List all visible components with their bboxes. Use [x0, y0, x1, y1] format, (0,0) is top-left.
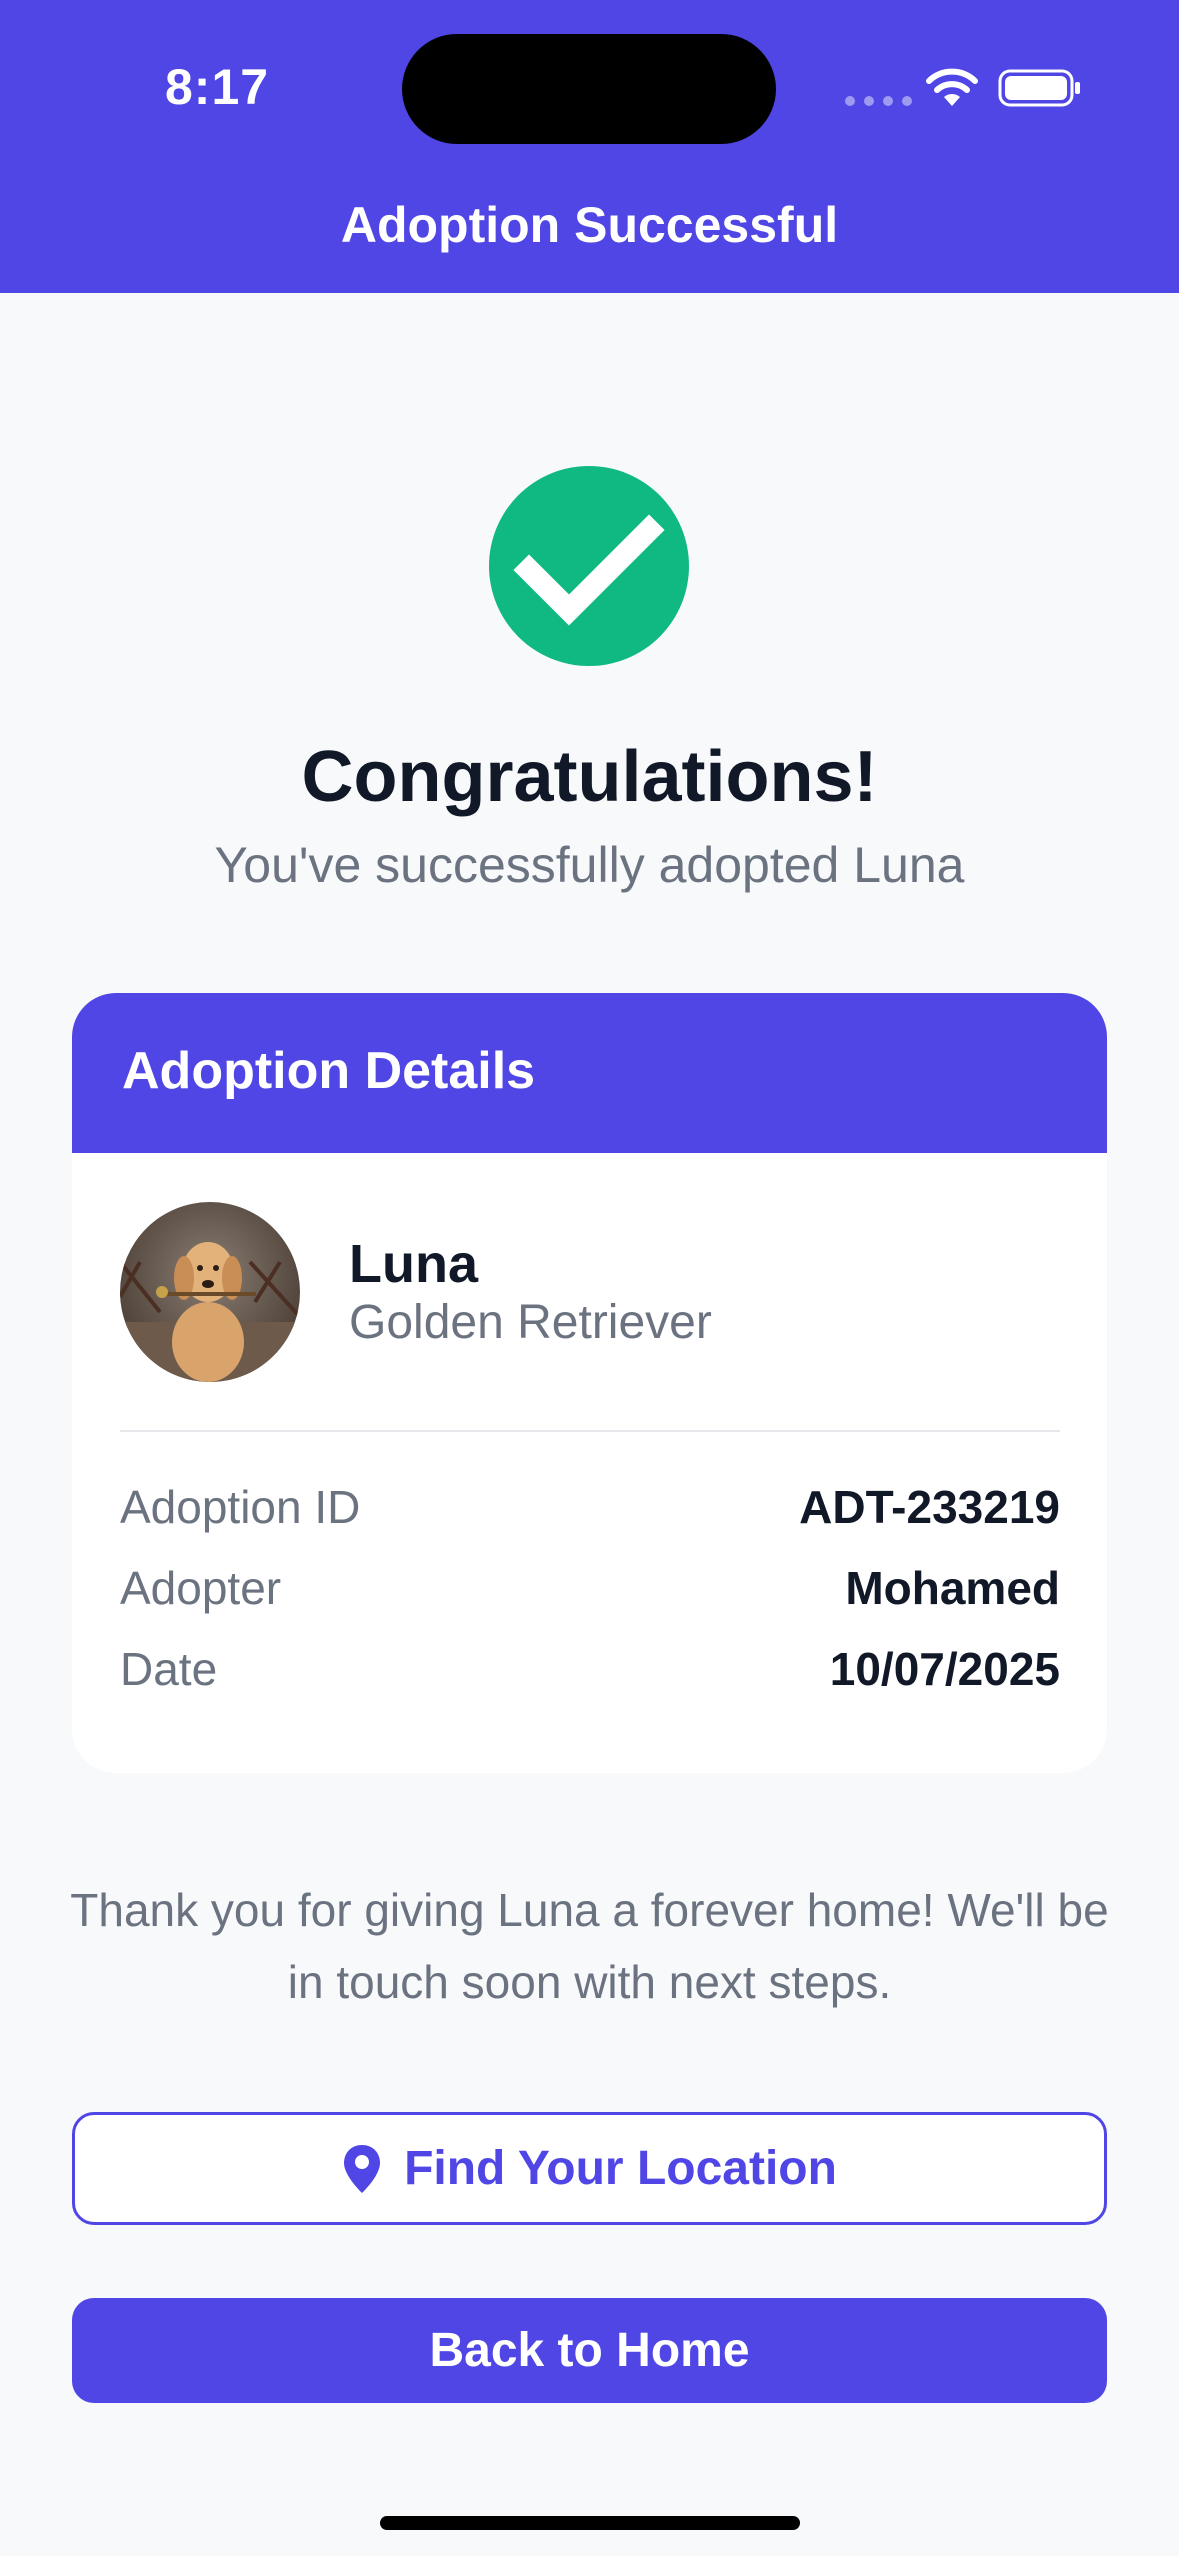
success-check-icon	[489, 466, 689, 666]
detail-label: Adopter	[120, 1562, 282, 1614]
status-time: 8:17	[165, 59, 270, 115]
detail-value: Mohamed	[845, 1562, 1060, 1614]
detail-label: Date	[120, 1643, 218, 1695]
map-pin-icon	[344, 2144, 381, 2193]
dynamic-island	[402, 34, 776, 144]
wifi-icon	[926, 68, 978, 106]
back-to-home-label: Back to Home	[429, 2324, 750, 2377]
page-title: Adoption Successful	[340, 197, 839, 253]
success-subtitle: You've successfully adopted Luna	[214, 837, 965, 893]
back-to-home-button[interactable]: Back to Home	[72, 2298, 1107, 2403]
home-indicator[interactable]	[380, 2516, 800, 2530]
pet-avatar	[120, 1202, 300, 1382]
divider	[120, 1430, 1060, 1432]
find-location-label: Find Your Location	[404, 2142, 837, 2195]
find-location-button[interactable]: Find Your Location	[72, 2112, 1107, 2225]
pet-breed: Golden Retriever	[349, 1296, 712, 1349]
pet-name: Luna	[349, 1234, 478, 1294]
detail-row-date: Date 10/07/2025	[120, 1639, 1060, 1699]
card-title: Adoption Details	[72, 993, 1107, 1153]
detail-row-adoption-id: Adoption ID ADT-233219	[120, 1477, 1060, 1537]
detail-value: 10/07/2025	[829, 1643, 1060, 1695]
header: 8:17 Adoption Successful	[0, 0, 1179, 293]
battery-icon	[998, 69, 1080, 107]
detail-row-adopter: Adopter Mohamed	[120, 1558, 1060, 1618]
detail-label: Adoption ID	[120, 1481, 361, 1533]
cellular-signal-icon	[845, 96, 912, 106]
adoption-details-card: Adoption Details Luna Golden Retriever A…	[72, 993, 1107, 1773]
detail-value: ADT-233219	[799, 1481, 1060, 1533]
thank-you-message: Thank you for giving Luna a forever home…	[70, 1884, 1109, 2008]
congratulations-heading: Congratulations!	[301, 737, 878, 817]
